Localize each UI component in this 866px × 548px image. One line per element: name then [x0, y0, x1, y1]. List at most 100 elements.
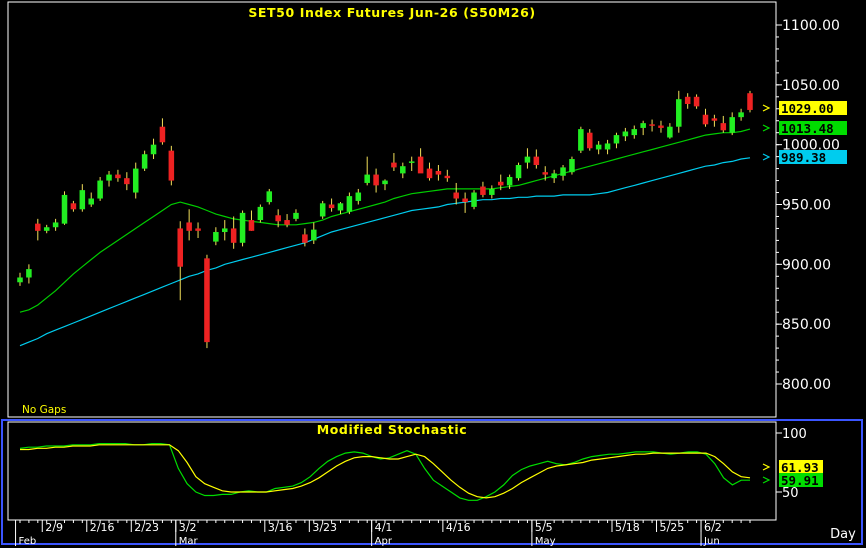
candle-up	[61, 194, 68, 224]
candle-up	[257, 206, 264, 221]
candle-down	[373, 174, 379, 186]
x-tick-label: 6/2	[704, 521, 722, 534]
stochastic-title: Modified Stochastic	[317, 422, 468, 437]
candle-down	[702, 114, 709, 125]
candle-up	[132, 168, 139, 193]
candle-up	[88, 198, 94, 205]
candle-up	[729, 117, 735, 133]
stoch-label-text: 59.91	[781, 473, 819, 488]
candle-down	[115, 174, 121, 179]
month-label: Feb	[19, 536, 37, 547]
candle-down	[711, 118, 718, 121]
month-label: Jun	[703, 536, 720, 547]
candle-up	[364, 174, 370, 183]
candle-down	[693, 96, 700, 107]
month-label: Mar	[179, 536, 199, 547]
candle-up	[400, 166, 406, 174]
candle-down	[195, 228, 201, 231]
x-tick-label: 2/16	[90, 521, 115, 534]
candle-down	[435, 170, 442, 175]
x-tick-label: 5/5	[535, 521, 553, 534]
chart-window: SET50 Index Futures Jun-26 (S50M26) Modif…	[0, 0, 866, 548]
candle-up	[471, 192, 477, 207]
candle-up	[106, 174, 112, 181]
candle-up	[489, 188, 495, 195]
candle-up	[150, 144, 157, 155]
candle-down	[444, 175, 451, 179]
last-price-label-2-text: 1013.48	[781, 121, 834, 136]
candle-down	[480, 186, 486, 195]
candle-up	[52, 222, 59, 228]
candle-up	[595, 144, 602, 150]
candle-up	[613, 135, 620, 144]
candle-up	[676, 99, 682, 127]
candle-down	[649, 124, 655, 126]
candle-down	[70, 203, 77, 210]
x-tick-label: 2/23	[134, 521, 159, 534]
candle-up	[506, 176, 513, 186]
candle-down	[275, 215, 281, 222]
chart-canvas: SET50 Index Futures Jun-26 (S50M26) Modif…	[1, 1, 863, 547]
candle-up	[346, 196, 353, 212]
candle-up	[97, 180, 103, 199]
stoch-y-tick-label: 100	[782, 427, 807, 442]
candle-up	[293, 212, 299, 219]
candle-down	[747, 93, 753, 110]
candle-up	[43, 227, 50, 231]
candle-up	[738, 112, 744, 118]
candle-down	[462, 198, 468, 203]
candle-up	[311, 229, 317, 241]
month-label: Apr	[375, 536, 393, 547]
candle-down	[658, 125, 664, 128]
y-tick-label: 1100.00	[782, 18, 840, 34]
candle-down	[204, 258, 210, 343]
candle-up	[266, 191, 273, 203]
candle-down	[426, 168, 433, 179]
candle-down	[159, 126, 166, 143]
candle-up	[319, 203, 326, 217]
last-price-label-1-text: 1029.00	[781, 101, 834, 116]
period-label: Day	[830, 527, 856, 542]
candle-down	[453, 192, 459, 199]
candle-down	[497, 181, 504, 186]
no-gaps-note: No Gaps	[22, 404, 66, 416]
candle-down	[124, 178, 130, 185]
candle-up	[79, 190, 86, 210]
x-tick-label: 5/18	[615, 521, 640, 534]
x-tick-label: 4/1	[375, 521, 393, 534]
x-tick-label: 3/2	[179, 521, 197, 534]
candle-up	[524, 156, 531, 163]
x-tick-label: 2/9	[45, 521, 63, 534]
candle-up	[141, 154, 148, 169]
main-chart-title: SET50 Index Futures Jun-26 (S50M26)	[248, 5, 535, 20]
candle-up	[239, 212, 246, 243]
candle-down	[542, 172, 549, 175]
candle-down	[720, 123, 727, 131]
candle-up	[622, 131, 629, 137]
last-price-label-3-text: 989.38	[781, 150, 826, 165]
main-panel-border	[7, 1, 777, 418]
candle-down	[177, 228, 184, 267]
candle-up	[640, 123, 646, 128]
candle-up	[551, 173, 557, 179]
month-label: May	[535, 536, 556, 547]
y-tick-label: 800.00	[782, 377, 831, 393]
candle-up	[604, 143, 611, 150]
candle-down	[302, 234, 308, 243]
x-tick-label: 5/25	[660, 521, 685, 534]
candle-up	[631, 129, 638, 136]
candle-down	[586, 132, 593, 149]
candle-up	[355, 192, 362, 201]
candle-down	[533, 156, 540, 166]
candle-up	[221, 228, 228, 233]
candle-up	[382, 180, 388, 185]
candle-up	[667, 126, 673, 138]
stoch-y-tick-label: 50	[782, 486, 799, 501]
y-tick-label: 900.00	[782, 257, 831, 273]
candle-down	[168, 150, 175, 181]
y-tick-label: 950.00	[782, 198, 831, 214]
y-tick-label: 1050.00	[782, 78, 840, 94]
candle-up	[515, 165, 522, 179]
candle-down	[328, 204, 335, 209]
candle-up	[26, 269, 32, 278]
